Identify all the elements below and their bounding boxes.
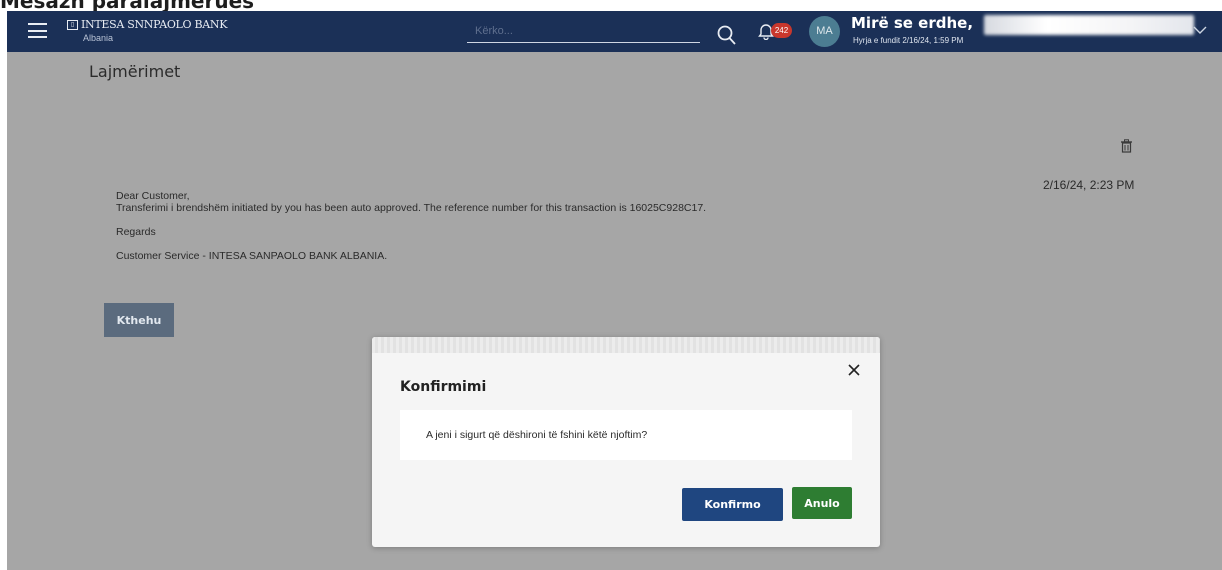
menu-icon[interactable] bbox=[28, 23, 47, 38]
top-header: ▯INTESA SNNPAOLO BANK Albania 242 MA Mir… bbox=[7, 11, 1222, 52]
search-icon[interactable] bbox=[716, 24, 738, 48]
message-date: 2/16/24, 2:23 PM bbox=[1043, 178, 1135, 192]
message-salutation: Dear Customer, bbox=[116, 190, 190, 202]
trash-icon[interactable] bbox=[1120, 139, 1133, 153]
bank-name: INTESA SNNPAOLO BANK bbox=[81, 18, 228, 31]
confirm-dialog: Konfirmimi A jeni i sigurt që dëshironi … bbox=[372, 337, 880, 547]
message-body: Dear Customer, Transferimi i brendshëm i… bbox=[116, 190, 706, 262]
search-box bbox=[467, 19, 736, 45]
dialog-message-box: A jeni i sigurt që dëshironi të fshini k… bbox=[400, 410, 852, 460]
back-button[interactable]: Kthehu bbox=[104, 303, 174, 337]
dialog-top-strip bbox=[372, 337, 880, 353]
bank-country: Albania bbox=[83, 33, 114, 43]
dialog-message: A jeni i sigurt që dëshironi të fshini k… bbox=[426, 429, 648, 441]
last-login-text: Hyrja e fundit 2/16/24, 1:59 PM bbox=[853, 36, 964, 45]
dialog-title: Konfirmimi bbox=[400, 379, 487, 395]
notifications-button[interactable]: 242 bbox=[758, 19, 798, 43]
chevron-down-icon[interactable] bbox=[1193, 24, 1207, 36]
cancel-button[interactable]: Anulo bbox=[792, 487, 852, 519]
page-title: Lajmërimet bbox=[89, 62, 181, 81]
notification-badge: 242 bbox=[771, 23, 792, 38]
close-icon[interactable] bbox=[847, 363, 861, 377]
bank-logo-icon: ▯ bbox=[67, 20, 78, 30]
confirm-button[interactable]: Konfirmo bbox=[682, 488, 783, 521]
search-input[interactable] bbox=[467, 20, 667, 42]
message-signature: Customer Service - INTESA SANPAOLO BANK … bbox=[116, 250, 388, 262]
app-frame: ▯INTESA SNNPAOLO BANK Albania 242 MA Mir… bbox=[7, 11, 1222, 570]
avatar[interactable]: MA bbox=[809, 16, 840, 47]
redacted-user-name bbox=[984, 15, 1194, 35]
greeting-text: Mirë se erdhe, bbox=[851, 14, 974, 32]
message-regards: Regards bbox=[116, 226, 156, 238]
message-text: Transferimi i brendshëm initiated by you… bbox=[116, 202, 707, 214]
page-caption: Mesazh paralajmërues bbox=[0, 0, 255, 13]
bank-logo[interactable]: ▯ INTESA SNNPAOLO BANK Albania bbox=[67, 18, 228, 43]
